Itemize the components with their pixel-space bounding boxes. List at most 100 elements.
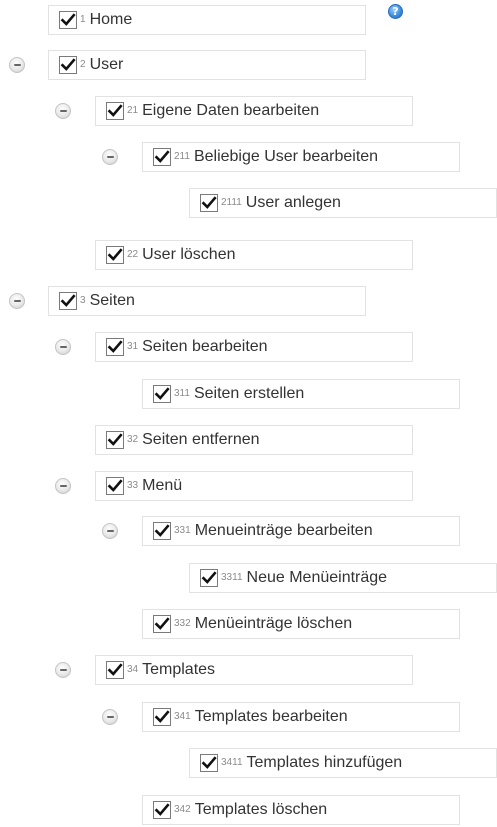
checkmark-icon [107,433,123,446]
tree-node-1: 1 Home [48,5,366,35]
node-label: Templates löschen [194,801,328,818]
minus-icon [59,346,67,348]
checkmark-icon [107,248,123,261]
tree-node-342: 342 Templates löschen [142,795,460,825]
tree-node-32: 32 Seiten entfernen [95,425,413,455]
node-label: Menüeinträge löschen [194,615,353,632]
checkmark-icon [154,524,170,537]
node-label: User anlegen [245,194,341,211]
checkmark-icon [60,58,76,71]
tree-node-34: 34 Templates [95,655,413,685]
node-number: 2 [80,59,86,70]
node-label: Menü [142,477,183,494]
tree-node-31: 31 Seiten bearbeiten [95,332,413,362]
node-number: 211 [174,151,190,162]
checkmark-icon [201,756,217,769]
tree-node-22: 22 User löschen [95,240,413,270]
checkbox[interactable] [200,194,218,212]
node-number: 21 [127,105,139,116]
node-label: Home [89,11,133,28]
node-label: Seiten erstellen [193,385,305,402]
node-label: Seiten [89,292,135,309]
node-label: Templates bearbeiten [194,708,348,725]
permission-tree: ? 1 Home 2 User 21 Eigene Daten bearbeiten 211… [0,0,497,827]
checkmark-icon [154,387,170,400]
node-number: 2111 [221,197,242,208]
minus-icon [59,669,67,671]
node-number: 331 [174,525,191,536]
checkbox[interactable] [106,661,124,679]
checkbox[interactable] [153,708,171,726]
collapse-icon[interactable] [55,339,71,355]
tree-node-211: 211 Beliebige User bearbeiten [142,142,460,172]
tree-node-341: 341 Templates bearbeiten [142,702,460,732]
checkmark-icon [107,479,123,492]
tree-node-21: 21 Eigene Daten bearbeiten [95,96,413,126]
node-number: 32 [127,434,139,445]
node-number: 33 [127,480,139,491]
collapse-icon[interactable] [102,149,118,165]
node-number: 342 [174,804,191,815]
tree-node-3: 3 Seiten [48,286,366,316]
collapse-icon[interactable] [9,293,25,309]
node-number: 3411 [221,757,243,768]
tree-node-311: 311 Seiten erstellen [142,379,460,409]
checkbox[interactable] [200,569,218,587]
node-label: Neue Menüeinträge [246,569,388,586]
checkbox[interactable] [200,754,218,772]
node-number: 332 [174,618,191,629]
checkbox[interactable] [59,292,77,310]
collapse-icon[interactable] [9,57,25,73]
collapse-icon[interactable] [55,662,71,678]
checkbox[interactable] [153,148,171,166]
collapse-icon[interactable] [55,103,71,119]
node-label: Seiten bearbeiten [142,338,268,355]
checkbox[interactable] [59,56,77,74]
minus-icon [13,300,21,302]
checkmark-icon [107,104,123,117]
node-label: User löschen [142,246,236,263]
checkmark-icon [154,803,170,816]
checkbox[interactable] [59,11,77,29]
checkbox[interactable] [153,385,171,403]
tree-node-2: 2 User [48,50,366,80]
checkmark-icon [154,150,170,163]
node-label: Beliebige User bearbeiten [193,148,379,165]
minus-icon [106,530,114,532]
collapse-icon[interactable] [102,523,118,539]
checkbox[interactable] [153,615,171,633]
checkbox[interactable] [106,431,124,449]
checkmark-icon [154,617,170,630]
checkbox[interactable] [153,801,171,819]
checkmark-icon [201,196,217,209]
help-icon[interactable]: ? [388,4,403,19]
minus-icon [59,485,67,487]
tree-node-33: 33 Menü [95,471,413,501]
minus-icon [59,110,67,112]
node-number: 3311 [221,572,243,583]
checkbox[interactable] [153,522,171,540]
minus-icon [106,716,114,718]
node-label: Seiten entfernen [142,431,260,448]
minus-icon [13,64,21,66]
checkmark-icon [107,340,123,353]
tree-node-3411: 3411 Templates hinzufügen [189,748,497,778]
collapse-icon[interactable] [102,709,118,725]
node-number: 31 [127,341,139,352]
checkbox[interactable] [106,102,124,120]
node-label: Templates [142,661,216,678]
tree-node-331: 331 Menueinträge bearbeiten [142,516,460,546]
node-number: 311 [174,388,190,399]
checkbox[interactable] [106,246,124,264]
node-number: 22 [127,249,139,260]
minus-icon [106,156,114,158]
tree-node-3311: 3311 Neue Menüeinträge [189,563,497,593]
node-number: 341 [174,711,191,722]
checkbox[interactable] [106,338,124,356]
checkmark-icon [201,571,217,584]
collapse-icon[interactable] [55,478,71,494]
checkbox[interactable] [106,477,124,495]
checkmark-icon [154,710,170,723]
tree-node-2111: 2111 User anlegen [189,188,497,218]
checkmark-icon [107,663,123,676]
